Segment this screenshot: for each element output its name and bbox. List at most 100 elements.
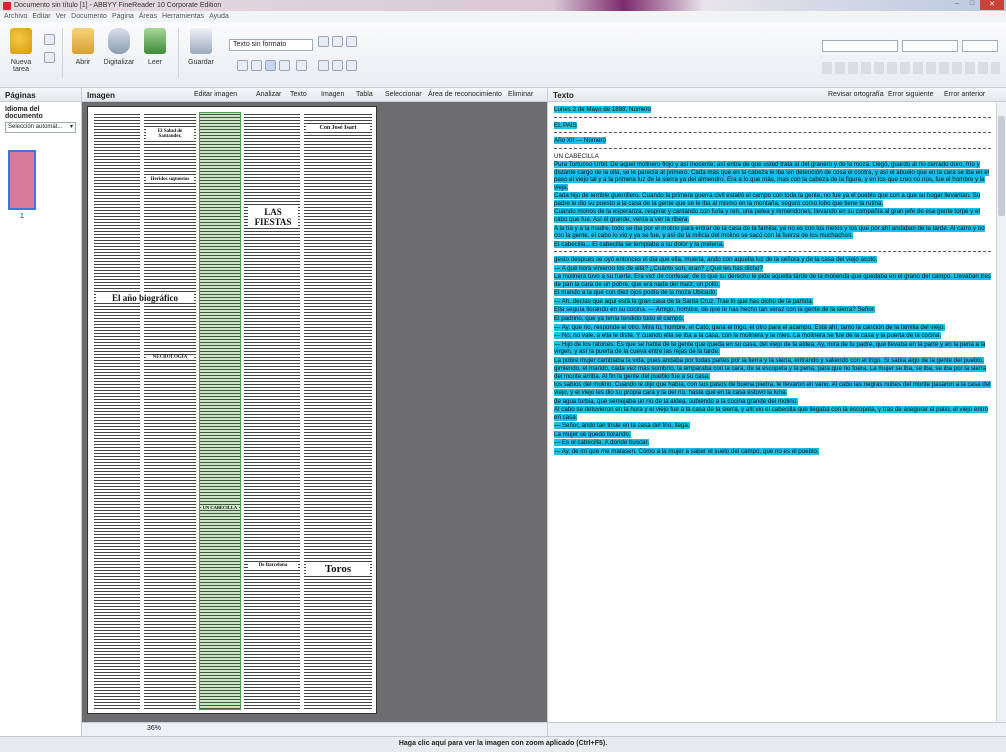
clock-icon[interactable] — [44, 52, 55, 63]
menu-ver[interactable]: Ver — [56, 13, 67, 20]
minimize-button[interactable]: – — [950, 0, 964, 10]
paragraph: — Es el cabecilla. A donde buscar. — [554, 439, 649, 447]
paragraph: El cabecilla... El cabecilla se templaba… — [554, 240, 724, 248]
doc-icon[interactable] — [44, 34, 55, 45]
menu-documento[interactable]: Documento — [71, 13, 107, 20]
paragraph: — Ah, decías que aquí está la gran casa … — [554, 297, 814, 305]
font-select[interactable] — [902, 40, 958, 52]
save-button[interactable]: Guardar — [182, 26, 220, 66]
column-2[interactable] — [144, 113, 196, 709]
new-task-icon — [10, 28, 32, 54]
layout-icon[interactable] — [265, 60, 276, 71]
refresh-icon[interactable] — [332, 60, 343, 71]
save-icon — [190, 28, 212, 54]
read-button[interactable]: Leer — [136, 26, 174, 66]
image-header: Imagen Editar imagen Analizar Texto Imag… — [82, 88, 547, 102]
size-select[interactable] — [962, 40, 998, 52]
style-select[interactable] — [822, 40, 898, 52]
status-bar[interactable]: Haga clic aquí para ver la imagen con zo… — [0, 736, 1006, 752]
headline-heridos: Heridos supuestos — [146, 177, 194, 182]
copy-icon[interactable] — [332, 36, 343, 47]
menu-ayuda[interactable]: Ayuda — [209, 13, 229, 20]
pages-title: Páginas — [5, 91, 36, 100]
paragraph: La mujer se quedó llorando. — [554, 430, 631, 438]
headline-toros: Toros — [306, 563, 370, 575]
recognition-area-button[interactable]: Área de reconocimiento — [428, 91, 502, 98]
page-number: 1 — [20, 213, 24, 220]
prev-error-button[interactable]: Error anterior — [944, 91, 985, 98]
rotate-icon[interactable] — [318, 60, 329, 71]
title-bar: Documento sin título [1] - ABBYY FineRea… — [0, 0, 1006, 11]
paragraph: — Hijo de los ratones. Es que se habla d… — [554, 340, 986, 356]
window-controls: – □ ✕ — [949, 0, 1004, 10]
article-heading: UN CABECILLA — [554, 152, 599, 160]
scan-button[interactable]: Digitalizar — [100, 26, 138, 66]
new-task-button[interactable]: Nueva tarea — [2, 26, 40, 73]
paragraph: La molinera tuvo a su fuerte. Era vez de… — [554, 273, 991, 288]
zoom-hint[interactable]: Haga clic aquí para ver la imagen con zo… — [399, 740, 607, 747]
text-scrollbar[interactable] — [996, 102, 1006, 722]
scanner-icon — [108, 28, 130, 54]
menu-areas[interactable]: Áreas — [139, 13, 157, 20]
format-buttons[interactable] — [822, 62, 1000, 74]
table-area-button[interactable]: Tabla — [356, 91, 373, 98]
scan-label: Digitalizar — [103, 59, 135, 66]
paragraph: Ella seguía llorando en su cocina. — Ami… — [554, 306, 876, 314]
paragraph: gimiendo, el marido, cada vez más sombrí… — [554, 365, 987, 380]
cut-icon[interactable] — [318, 36, 329, 47]
analyze-button[interactable]: Analizar — [256, 91, 281, 98]
spell-check-button[interactable]: Revisar ortografía — [828, 91, 884, 98]
column-5[interactable] — [304, 113, 372, 709]
next-error-button[interactable]: Error siguiente — [888, 91, 934, 98]
scrollbar-thumb[interactable] — [998, 116, 1005, 216]
page-icon[interactable] — [279, 60, 290, 71]
language-select[interactable]: Selección automát... ▾ — [5, 122, 76, 133]
zoom-icon[interactable] — [296, 60, 307, 71]
text-area-button[interactable]: Texto — [290, 91, 307, 98]
menu-herramientas[interactable]: Herramientas — [162, 13, 204, 20]
grid-icon[interactable] — [346, 60, 357, 71]
edit-image-button[interactable]: Editar imagen — [194, 91, 237, 98]
redo-icon[interactable] — [251, 60, 262, 71]
delete-button[interactable]: Eliminar — [508, 91, 533, 98]
headline-barcelona: De Barcelona — [248, 563, 298, 568]
text-title: Texto — [553, 91, 574, 100]
text-status-bar — [548, 722, 1006, 736]
image-zoom-level[interactable]: 36% — [147, 725, 161, 732]
new-task-label: Nueva tarea — [10, 59, 32, 73]
read-label: Leer — [147, 59, 162, 66]
column-3-selected[interactable] — [199, 112, 241, 710]
close-button[interactable]: ✕ — [980, 0, 1004, 10]
paragraph: Al cabo se detuvieron en la hora y el vi… — [554, 406, 989, 421]
paste-icon[interactable] — [346, 36, 357, 47]
image-title: Imagen — [87, 91, 116, 100]
select-button[interactable]: Seleccionar — [385, 91, 422, 98]
paragraph: — Señor, ando tan triste en la casa del … — [554, 422, 690, 430]
open-button[interactable]: Abrir — [64, 26, 102, 66]
menu-archivo[interactable]: Archivo — [4, 13, 27, 20]
newspaper-page[interactable]: El Salud de Santander, Heridos supuestos… — [87, 106, 377, 714]
paragraph: Cuando monos de la esperanza, respirar y… — [554, 208, 980, 224]
page-thumbnail[interactable] — [8, 150, 36, 210]
format-select[interactable]: Texto sin formato — [229, 39, 313, 51]
recognized-text-editor[interactable]: Lunes 2 de Mayo de 1898. Número EL PAÍS … — [548, 102, 997, 722]
maximize-button[interactable]: □ — [965, 0, 979, 10]
year-line: Año XII — Número — [554, 137, 606, 145]
image-area-button[interactable]: Imagen — [321, 91, 344, 98]
paragraph: Cada hijo de terrible guerrillero. Cuand… — [554, 192, 981, 207]
menu-pagina[interactable]: Página — [112, 13, 134, 20]
pages-header: Páginas — [0, 88, 81, 102]
paragraph: — A qué hora vinieron los de allá? ¿Cuán… — [554, 264, 763, 272]
app-icon — [3, 1, 11, 10]
column-4[interactable] — [244, 113, 300, 709]
undo-icon[interactable] — [237, 60, 248, 71]
column-1[interactable] — [94, 113, 140, 709]
image-viewport[interactable]: El Salud de Santander, Heridos supuestos… — [82, 102, 547, 722]
paragraph: Pura Tortuoso Urbil. De aquel molinero f… — [554, 161, 990, 191]
chevron-down-icon: ▾ — [69, 124, 73, 130]
paragraph: El mando a la que con diez ojos podía de… — [554, 289, 718, 297]
paragraph: La pobre mujer cambiaba la vida, pues an… — [554, 356, 984, 364]
date-line: Lunes 2 de Mayo de 1898. Número — [554, 106, 651, 113]
paragraph: de agua turbia, que semejaba un río de l… — [554, 397, 798, 405]
menu-editar[interactable]: Editar — [32, 13, 50, 20]
